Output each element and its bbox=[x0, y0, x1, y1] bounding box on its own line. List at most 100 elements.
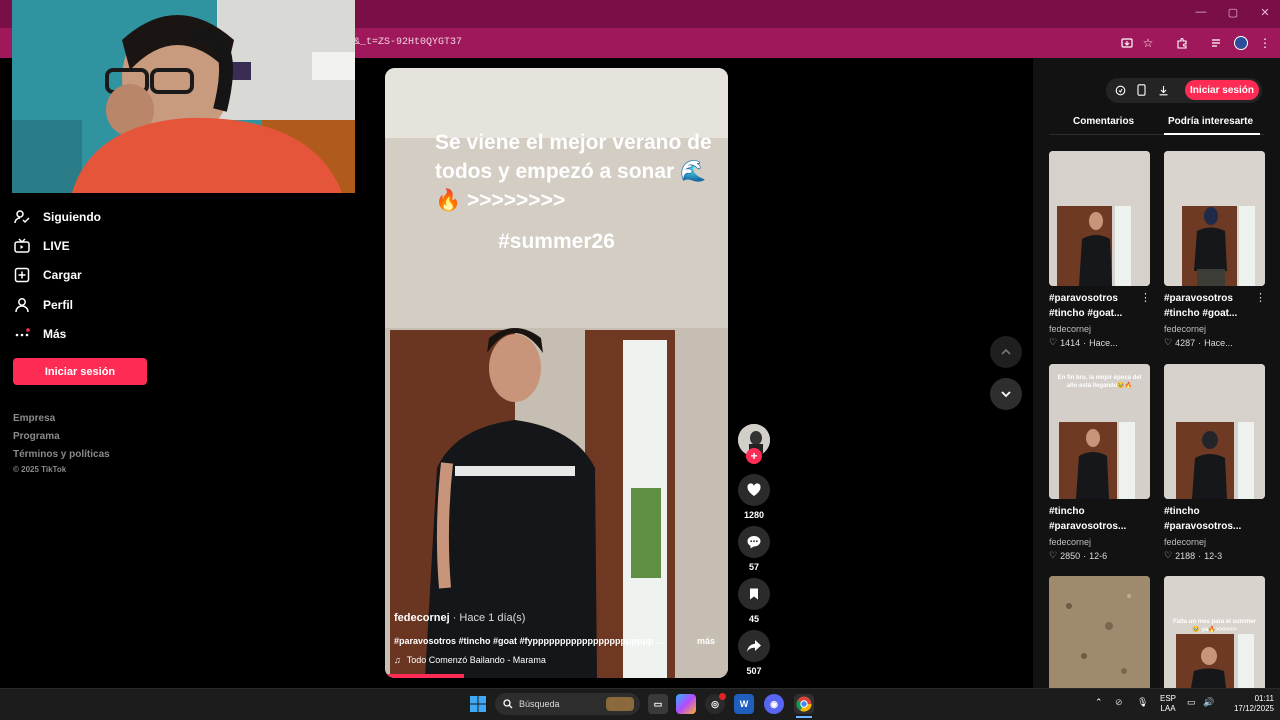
video-card-author[interactable]: fedecornej bbox=[1049, 537, 1091, 547]
share-button[interactable] bbox=[738, 630, 770, 662]
search-icon bbox=[503, 699, 513, 709]
video-card-thumbnail[interactable] bbox=[1049, 576, 1150, 688]
volume-icon[interactable]: 🔊 bbox=[1203, 697, 1214, 708]
video-card-stats: ♡ 2188 · 12-3 bbox=[1164, 550, 1223, 561]
description-more-link[interactable]: más bbox=[697, 636, 715, 646]
footer-link-terms[interactable]: Términos y políticas bbox=[13, 449, 110, 460]
video-card-author[interactable]: fedecornej bbox=[1164, 324, 1206, 334]
bookmark-star-icon[interactable]: ☆ bbox=[1139, 34, 1157, 52]
video-overlay-hashtag: #summer26 bbox=[498, 230, 615, 253]
nav-item-live[interactable]: LIVE bbox=[13, 236, 70, 256]
bookmark-icon bbox=[750, 588, 758, 600]
footer-link-program[interactable]: Programa bbox=[13, 431, 60, 442]
nav-item-profile[interactable]: Perfil bbox=[13, 295, 73, 315]
mobile-icon[interactable] bbox=[1134, 83, 1148, 97]
video-card-thumbnail[interactable] bbox=[1164, 151, 1265, 286]
notification-badge bbox=[719, 693, 726, 700]
card-date: Hace... bbox=[1089, 337, 1118, 348]
card-like-count: 1414 bbox=[1060, 337, 1081, 348]
video-author[interactable]: fedecornej · Hace 1 día(s) bbox=[394, 612, 525, 624]
music-title: Todo Comenzó Bailando - Marama bbox=[406, 655, 546, 665]
url-text[interactable]: &_t=ZS-92Ht0QYGT37 bbox=[354, 37, 462, 48]
nav-item-label: Siguiendo bbox=[43, 210, 101, 224]
nav-item-more[interactable]: Más bbox=[13, 324, 66, 344]
language-indicator[interactable]: ESP LAA bbox=[1160, 694, 1176, 714]
video-card-title[interactable]: #tincho #paravosotros... bbox=[1164, 504, 1259, 534]
extensions-icon[interactable] bbox=[1173, 34, 1191, 52]
task-view-icon[interactable]: ▭ bbox=[648, 694, 668, 714]
word-icon[interactable]: W bbox=[734, 694, 754, 714]
minimize-icon[interactable]: — bbox=[1186, 6, 1216, 18]
video-card-title[interactable]: #paravosotros #tincho #goat... bbox=[1164, 291, 1259, 321]
card-menu-icon[interactable]: ⋮ bbox=[1255, 291, 1266, 304]
more-icon bbox=[13, 325, 31, 343]
download-icon[interactable] bbox=[1156, 83, 1170, 97]
tray-app-icon[interactable]: ⊘ bbox=[1115, 697, 1123, 708]
card-like-count: 4287 bbox=[1175, 337, 1196, 348]
clock-date: 17/12/2025 bbox=[1233, 704, 1274, 713]
like-button[interactable] bbox=[738, 474, 770, 506]
install-app-icon[interactable] bbox=[1118, 34, 1136, 52]
tab-suggestions[interactable]: Podría interesarte bbox=[1168, 116, 1253, 127]
save-count: 45 bbox=[748, 614, 759, 624]
language-code: ESP bbox=[1160, 694, 1177, 703]
footer-link-company[interactable]: Empresa bbox=[13, 413, 55, 424]
chrome-icon[interactable] bbox=[794, 694, 814, 714]
video-card-thumbnail[interactable] bbox=[1049, 151, 1150, 286]
tab-comments[interactable]: Comentarios bbox=[1073, 116, 1134, 127]
discord-icon[interactable]: ◉ bbox=[764, 694, 784, 714]
video-player[interactable]: Se viene el mejor verano de todos y empe… bbox=[385, 68, 728, 678]
video-author-name[interactable]: fedecornej bbox=[394, 612, 450, 624]
profile-avatar-icon[interactable] bbox=[1232, 34, 1250, 52]
comment-button[interactable] bbox=[738, 526, 770, 558]
video-card-stats: ♡ 4287 · Hace... bbox=[1164, 337, 1233, 348]
active-tab-indicator bbox=[1164, 133, 1260, 135]
video-progress-bar[interactable] bbox=[385, 674, 464, 678]
save-button[interactable] bbox=[738, 578, 770, 610]
video-card-thumbnail[interactable]: En fin bro, la mejor época del año está … bbox=[1049, 364, 1150, 499]
login-button-right[interactable]: Iniciar sesión bbox=[1185, 80, 1259, 100]
upload-icon bbox=[13, 266, 31, 284]
footer-copyright: © 2025 TikTok bbox=[13, 465, 67, 474]
card-menu-icon[interactable]: ⋮ bbox=[1140, 291, 1151, 304]
nav-item-following[interactable]: Siguiendo bbox=[13, 207, 101, 227]
thumbnail-caption: Falta un mes para el summer🥹 ya🔥>>>>>> bbox=[1173, 619, 1256, 633]
video-card-title[interactable]: #paravosotros #tincho #goat... bbox=[1049, 291, 1144, 321]
video-card-stats: ♡ 1414 · Hace... bbox=[1049, 337, 1118, 348]
embed-icon[interactable] bbox=[1113, 83, 1127, 97]
clock[interactable]: 01:11 17/12/2025 bbox=[1222, 694, 1274, 714]
login-button[interactable]: Iniciar sesión bbox=[13, 358, 147, 385]
maximize-icon[interactable]: ▢ bbox=[1218, 6, 1248, 19]
video-overlay-caption: Se viene el mejor verano de todos y empe… bbox=[435, 131, 712, 212]
video-card-thumbnail[interactable] bbox=[1164, 364, 1265, 499]
nav-item-upload[interactable]: Cargar bbox=[13, 265, 82, 285]
previous-video-button[interactable] bbox=[990, 336, 1022, 368]
heart-icon bbox=[747, 483, 761, 496]
active-app-indicator bbox=[796, 716, 812, 718]
close-icon[interactable]: ✕ bbox=[1250, 6, 1280, 19]
video-card-title[interactable]: #tincho #paravosotros... bbox=[1049, 504, 1144, 534]
media-control-icon[interactable] bbox=[1208, 34, 1226, 52]
video-card-author[interactable]: fedecornej bbox=[1164, 537, 1206, 547]
music-note-icon: ♫ bbox=[394, 655, 401, 665]
video-card-author[interactable]: fedecornej bbox=[1049, 324, 1091, 334]
comment-icon bbox=[747, 536, 761, 549]
tray-overflow-icon[interactable]: ⌃ bbox=[1095, 697, 1103, 708]
share-icon bbox=[747, 640, 761, 652]
video-music[interactable]: ♫ Todo Comenzó Bailando - Marama bbox=[394, 655, 546, 665]
network-icon[interactable]: ▭ bbox=[1187, 697, 1196, 708]
next-video-button[interactable] bbox=[990, 378, 1022, 410]
nav-item-label: Perfil bbox=[43, 298, 74, 312]
taskbar-search[interactable]: Búsqueda bbox=[495, 693, 640, 715]
taskbar bbox=[0, 688, 1280, 720]
windows-start-icon[interactable] bbox=[470, 696, 486, 717]
card-date: 12-6 bbox=[1089, 550, 1108, 561]
browser-menu-icon[interactable]: ⋮ bbox=[1256, 34, 1274, 52]
video-card-thumbnail[interactable]: Falta un mes para el summer🥹 ya🔥>>>>>> bbox=[1164, 576, 1265, 688]
video-time: · Hace 1 día(s) bbox=[449, 612, 526, 624]
microphone-icon[interactable]: 🎙 bbox=[1137, 697, 1148, 708]
card-date: Hace... bbox=[1204, 337, 1233, 348]
video-description: #paravosotros #tincho #goat #fyppppppppp… bbox=[394, 636, 664, 646]
copilot-icon[interactable] bbox=[676, 694, 696, 714]
follow-plus-icon[interactable]: + bbox=[746, 448, 762, 464]
